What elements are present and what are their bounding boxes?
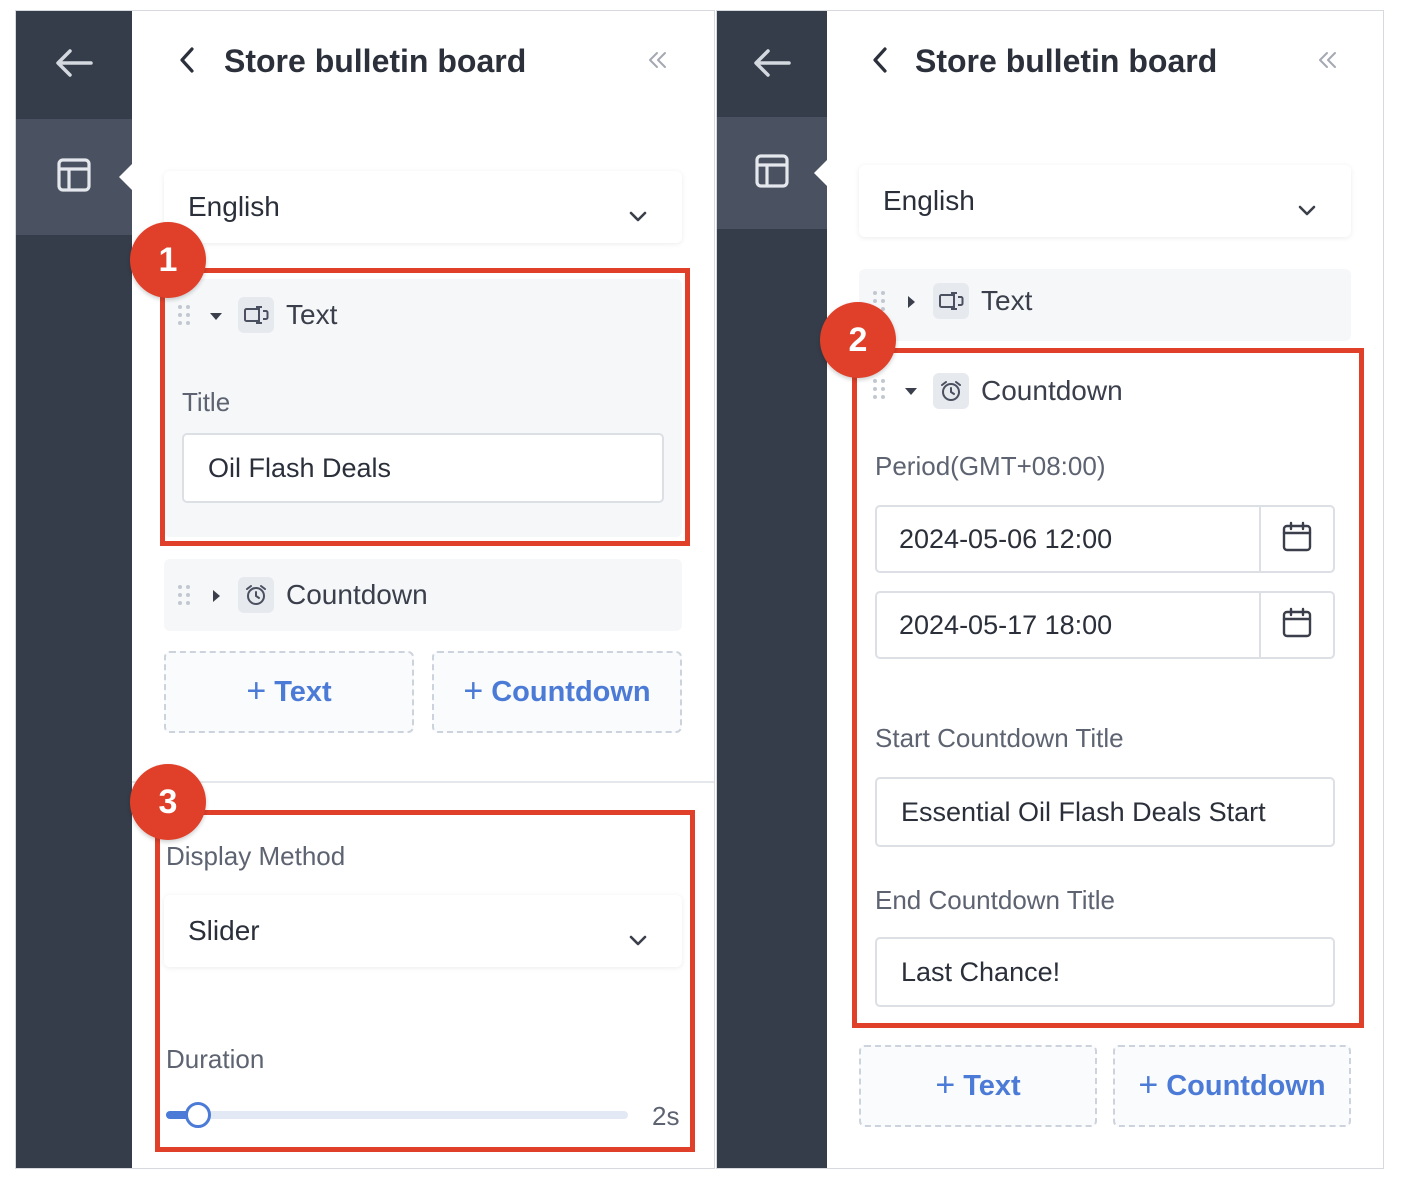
countdown-block-label: Countdown <box>286 579 428 610</box>
side-rail <box>16 11 133 1168</box>
add-text-button[interactable]: + Text <box>859 1045 1097 1127</box>
layout-icon <box>754 153 790 194</box>
callout-box-3 <box>155 810 695 1152</box>
callout-box-1 <box>160 268 690 546</box>
language-select[interactable]: English <box>859 165 1351 237</box>
rail-item-layout[interactable] <box>16 119 133 235</box>
add-text-label: Text <box>274 675 332 708</box>
rail-back-button[interactable] <box>16 11 132 119</box>
callout-badge-2: 2 <box>820 302 896 378</box>
panel-header: Store bulletin board <box>827 11 1383 119</box>
collapse-panel-button[interactable] <box>646 49 670 75</box>
active-indicator <box>119 163 133 191</box>
chevron-down-icon <box>628 198 648 230</box>
active-indicator <box>814 159 828 187</box>
chevron-left-icon <box>871 46 889 79</box>
double-chevron-left-icon <box>1318 51 1338 74</box>
page-title: Store bulletin board <box>915 43 1218 79</box>
header-back-button[interactable] <box>172 45 202 79</box>
double-chevron-left-icon <box>648 51 668 74</box>
add-countdown-label: Countdown <box>1166 1069 1326 1102</box>
language-select-value: English <box>188 191 280 222</box>
countdown-block-header[interactable]: Countdown <box>164 559 682 629</box>
caret-right-icon[interactable] <box>903 294 919 310</box>
add-text-button[interactable]: + Text <box>164 651 414 733</box>
callout-box-2 <box>852 348 1364 1028</box>
panel-header: Store bulletin board <box>132 11 714 119</box>
layout-icon <box>56 157 92 198</box>
header-back-button[interactable] <box>865 45 895 79</box>
add-countdown-button[interactable]: + Countdown <box>432 651 682 733</box>
caret-right-icon[interactable] <box>208 588 224 604</box>
callout-badge-3: 3 <box>130 764 206 840</box>
language-select[interactable]: English <box>164 171 682 243</box>
plus-icon: + <box>463 671 484 710</box>
text-block-label: Text <box>981 285 1033 316</box>
language-select-value: English <box>883 185 975 216</box>
plus-icon: + <box>935 1065 956 1104</box>
rail-back-button[interactable] <box>717 11 827 119</box>
alarm-clock-icon <box>238 577 274 613</box>
drag-handle-icon[interactable] <box>178 585 192 607</box>
plus-icon: + <box>1138 1065 1159 1104</box>
arrow-left-icon <box>753 48 791 83</box>
text-block: Text <box>859 269 1351 341</box>
plus-icon: + <box>246 671 267 710</box>
rail-item-layout[interactable] <box>717 117 828 229</box>
section-divider <box>132 781 714 783</box>
chevron-down-icon <box>1297 192 1317 224</box>
add-text-label: Text <box>963 1069 1021 1102</box>
chevron-left-icon <box>178 46 196 79</box>
page-title: Store bulletin board <box>224 43 527 79</box>
add-countdown-button[interactable]: + Countdown <box>1113 1045 1351 1127</box>
text-block-header[interactable]: Text <box>859 265 1351 335</box>
collapse-panel-button[interactable] <box>1316 49 1340 75</box>
countdown-block: Countdown <box>164 559 682 631</box>
side-rail <box>717 11 828 1168</box>
text-cursor-icon <box>933 283 969 319</box>
add-countdown-label: Countdown <box>491 675 651 708</box>
arrow-left-icon <box>55 48 93 83</box>
callout-badge-1: 1 <box>130 222 206 298</box>
